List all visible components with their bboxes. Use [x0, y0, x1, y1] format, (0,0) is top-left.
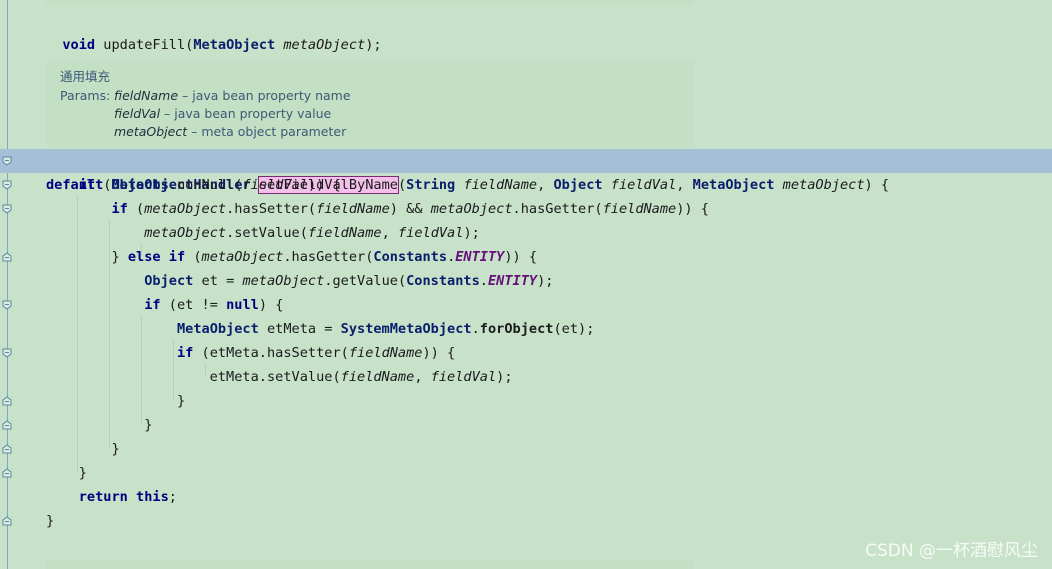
code-line[interactable]: }	[46, 461, 87, 485]
code-line[interactable]: if (etMeta.hasSetter(fieldName)) {	[46, 341, 455, 365]
doc-comment-below	[46, 561, 694, 569]
code-line[interactable]: }	[46, 413, 152, 437]
code-line[interactable]: return this;	[46, 485, 177, 509]
fold-open-icon[interactable]	[2, 204, 12, 214]
fold-close-icon[interactable]	[2, 420, 12, 430]
fold-open-icon[interactable]	[2, 156, 12, 166]
code-line[interactable]: if (Objects.nonNull(fieldVal)) {	[46, 173, 341, 197]
fold-close-icon[interactable]	[2, 252, 12, 262]
doc-title: 通用填充	[60, 69, 111, 84]
fold-close-icon[interactable]	[2, 516, 12, 526]
doc-comment-above	[46, 0, 694, 5]
fold-open-icon[interactable]	[2, 348, 12, 358]
doc-param-fieldval: fieldVal – java bean property value	[114, 106, 332, 121]
code-line[interactable]: metaObject.setValue(fieldName, fieldVal)…	[46, 221, 480, 245]
fold-close-icon[interactable]	[2, 444, 12, 454]
code-line-updatefill[interactable]: void updateFill(MetaObject metaObject);	[46, 9, 381, 53]
code-line[interactable]: } else if (metaObject.hasGetter(Constant…	[46, 245, 537, 269]
javadoc-rendered-block: 通用填充 Params: fieldName – java bean prope…	[46, 61, 694, 145]
fold-close-icon[interactable]	[2, 468, 12, 478]
fold-close-icon[interactable]	[2, 396, 12, 406]
fold-open-icon[interactable]	[2, 180, 12, 190]
code-line[interactable]: etMeta.setValue(fieldName, fieldVal);	[46, 365, 513, 389]
code-line[interactable]: Object et = metaObject.getValue(Constant…	[46, 269, 553, 293]
doc-param-metaobject: metaObject – meta object parameter	[114, 124, 347, 139]
fold-open-icon[interactable]	[2, 300, 12, 310]
code-line[interactable]: }	[46, 437, 119, 461]
doc-params-label: Params:	[60, 88, 111, 103]
code-line[interactable]: }	[46, 389, 185, 413]
csdn-watermark: CSDN @一杯酒慰风尘	[865, 541, 1038, 561]
code-line[interactable]: }	[46, 509, 54, 533]
code-line[interactable]: if (et != null) {	[46, 293, 283, 317]
code-line[interactable]: MetaObject etMeta = SystemMetaObject.for…	[46, 317, 594, 341]
code-line[interactable]: if (metaObject.hasSetter(fieldName) && m…	[46, 197, 709, 221]
doc-param-fieldname: fieldName – java bean property name	[114, 88, 351, 103]
editor-gutter-line	[7, 0, 8, 569]
code-line-method-declaration[interactable]: default MetaObjectHandler setFieldValByN…	[46, 149, 889, 194]
